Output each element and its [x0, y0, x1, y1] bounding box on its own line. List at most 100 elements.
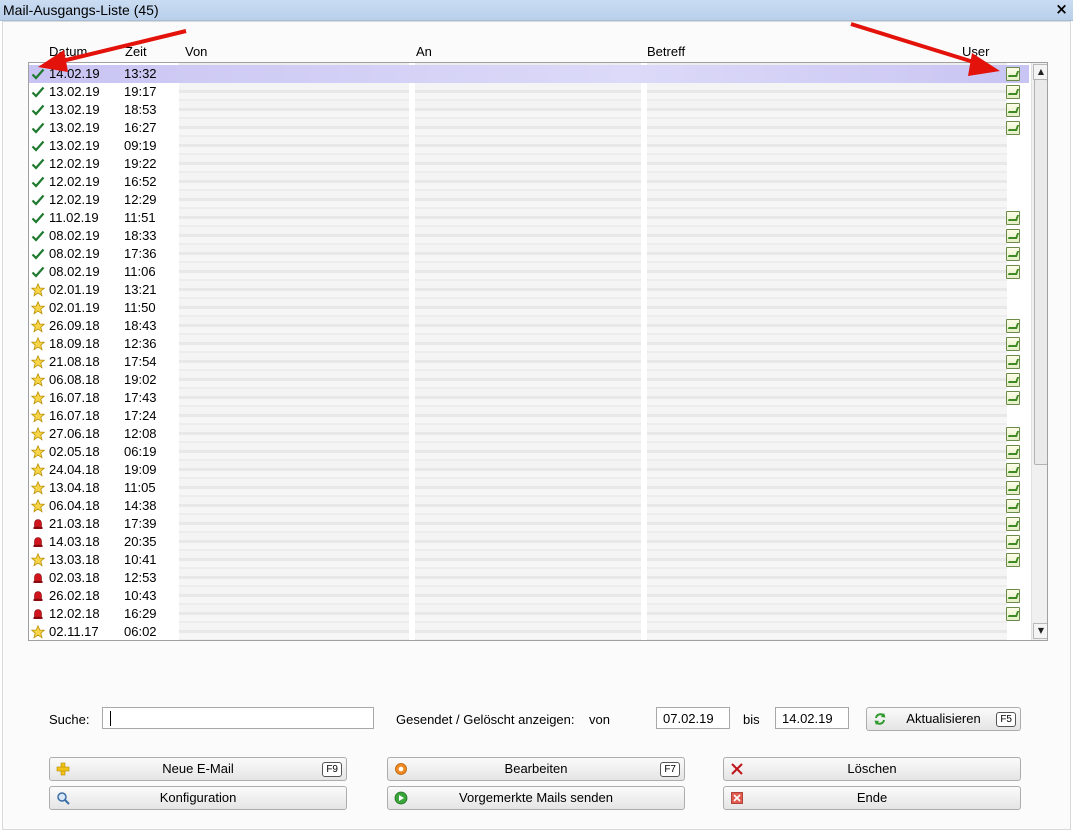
table-row[interactable]: 12.02.19 19:22 [29, 155, 1029, 173]
attachment-icon[interactable] [1006, 427, 1020, 441]
delete-button[interactable]: Löschen [723, 757, 1021, 781]
column-header-betreff[interactable]: Betreff [647, 44, 685, 59]
table-row[interactable]: 08.02.19 17:36 [29, 245, 1029, 263]
cell-time: 18:53 [124, 102, 157, 117]
cell-time: 11:50 [124, 300, 156, 315]
table-row[interactable]: 13.04.18 11:05 [29, 479, 1029, 497]
check-icon [31, 104, 45, 116]
cell-time: 06:02 [124, 624, 157, 639]
table-row[interactable]: 12.02.18 16:29 [29, 605, 1029, 623]
attachment-icon[interactable] [1006, 535, 1020, 549]
cell-time: 12:08 [124, 426, 157, 441]
vertical-scrollbar[interactable]: ▲ ▼ [1031, 63, 1047, 640]
table-row[interactable]: 08.02.19 18:33 [29, 227, 1029, 245]
table-row[interactable]: 13.02.19 18:53 [29, 101, 1029, 119]
cell-date: 02.01.19 [49, 282, 100, 297]
star-icon [31, 319, 45, 333]
column-header-an[interactable]: An [416, 44, 432, 59]
config-button[interactable]: Konfiguration [49, 786, 347, 810]
cell-time: 10:43 [124, 588, 157, 603]
attachment-icon[interactable] [1006, 553, 1020, 567]
table-row[interactable]: 12.02.19 16:52 [29, 173, 1029, 191]
attachment-icon[interactable] [1006, 247, 1020, 261]
config-label: Konfiguration [159, 790, 237, 805]
table-row[interactable]: 18.09.18 12:36 [29, 335, 1029, 353]
table-row[interactable]: 16.07.18 17:24 [29, 407, 1029, 425]
attachment-icon[interactable] [1006, 481, 1020, 495]
table-row[interactable]: 08.02.19 11:06 [29, 263, 1029, 281]
table-row[interactable]: 02.05.18 06:19 [29, 443, 1029, 461]
attachment-icon[interactable] [1006, 373, 1020, 387]
attachment-icon[interactable] [1006, 391, 1020, 405]
table-row[interactable]: 21.08.18 17:54 [29, 353, 1029, 371]
attachment-icon[interactable] [1006, 319, 1020, 333]
column-header-zeit[interactable]: Zeit [125, 44, 147, 59]
scroll-thumb[interactable] [1034, 79, 1047, 465]
attachment-icon[interactable] [1006, 517, 1020, 531]
cell-date: 18.09.18 [49, 336, 100, 351]
cell-time: 17:36 [124, 246, 157, 261]
table-row[interactable]: 26.09.18 18:43 [29, 317, 1029, 335]
table-row[interactable]: 16.07.18 17:43 [29, 389, 1029, 407]
attachment-icon[interactable] [1006, 211, 1020, 225]
attachment-icon[interactable] [1006, 85, 1020, 99]
attachment-icon[interactable] [1006, 499, 1020, 513]
column-header-von[interactable]: Von [185, 44, 207, 59]
table-row[interactable]: 12.02.19 12:29 [29, 191, 1029, 209]
star-icon [31, 301, 45, 315]
bell-icon [33, 519, 43, 529]
scroll-down-button[interactable]: ▼ [1033, 623, 1047, 639]
refresh-button[interactable]: Aktualisieren F5 [866, 707, 1021, 731]
column-header-datum[interactable]: Datum [49, 44, 87, 59]
date-to-input[interactable]: 14.02.19 [775, 707, 849, 729]
table-row[interactable]: 24.04.18 19:09 [29, 461, 1029, 479]
attachment-icon[interactable] [1006, 463, 1020, 477]
table-row[interactable]: 06.08.18 19:02 [29, 371, 1029, 389]
table-row[interactable]: 02.01.19 13:21 [29, 281, 1029, 299]
filter-to-label: bis [743, 712, 760, 727]
attachment-icon[interactable] [1006, 67, 1020, 81]
scroll-up-button[interactable]: ▲ [1033, 64, 1047, 80]
send-marked-button[interactable]: Vorgemerkte Mails senden [387, 786, 685, 810]
edit-shortcut: F7 [660, 762, 680, 777]
table-row[interactable]: 27.06.18 12:08 [29, 425, 1029, 443]
table-row[interactable]: 13.02.19 09:19 [29, 137, 1029, 155]
cell-date: 02.01.19 [49, 300, 100, 315]
star-icon [31, 463, 45, 477]
table-row[interactable]: 13.02.19 16:27 [29, 119, 1029, 137]
check-icon [31, 230, 45, 242]
attachment-icon[interactable] [1006, 337, 1020, 351]
attachment-icon[interactable] [1006, 229, 1020, 243]
table-row[interactable]: 26.02.18 10:43 [29, 587, 1029, 605]
cell-date: 06.04.18 [49, 498, 100, 513]
attachment-icon[interactable] [1006, 607, 1020, 621]
attachment-icon[interactable] [1006, 589, 1020, 603]
table-row[interactable]: 13.02.19 19:17 [29, 83, 1029, 101]
cell-date: 12.02.19 [49, 192, 100, 207]
attachment-icon[interactable] [1006, 445, 1020, 459]
date-from-input[interactable]: 07.02.19 [656, 707, 730, 729]
table-row[interactable]: 21.03.18 17:39 [29, 515, 1029, 533]
table-row[interactable]: 11.02.19 11:51 [29, 209, 1029, 227]
close-button[interactable]: × [1054, 2, 1069, 17]
search-input[interactable] [102, 707, 374, 729]
attachment-icon[interactable] [1006, 103, 1020, 117]
table-row[interactable]: 14.02.19 13:32 [29, 65, 1029, 83]
attachment-icon[interactable] [1006, 355, 1020, 369]
edit-button[interactable]: Bearbeiten F7 [387, 757, 685, 781]
table-row[interactable]: 02.01.19 11:50 [29, 299, 1029, 317]
table-row[interactable]: 06.04.18 14:38 [29, 497, 1029, 515]
table-row[interactable]: 02.03.18 12:53 [29, 569, 1029, 587]
column-header-user[interactable]: User [962, 44, 989, 59]
new-mail-button[interactable]: Neue E-Mail F9 [49, 757, 347, 781]
attachment-icon[interactable] [1006, 265, 1020, 279]
table-row[interactable]: 14.03.18 20:35 [29, 533, 1029, 551]
attachment-icon[interactable] [1006, 121, 1020, 135]
table-row[interactable]: 02.11.17 06:02 [29, 623, 1029, 640]
cell-time: 10:41 [124, 552, 157, 567]
check-icon [31, 140, 45, 152]
table-row[interactable]: 13.03.18 10:41 [29, 551, 1029, 569]
mail-list[interactable]: 14.02.19 13:32 13.02.19 19:17 13.02.19 18:53 1… [28, 62, 1048, 641]
cell-date: 02.11.17 [49, 624, 99, 639]
end-button[interactable]: Ende [723, 786, 1021, 810]
